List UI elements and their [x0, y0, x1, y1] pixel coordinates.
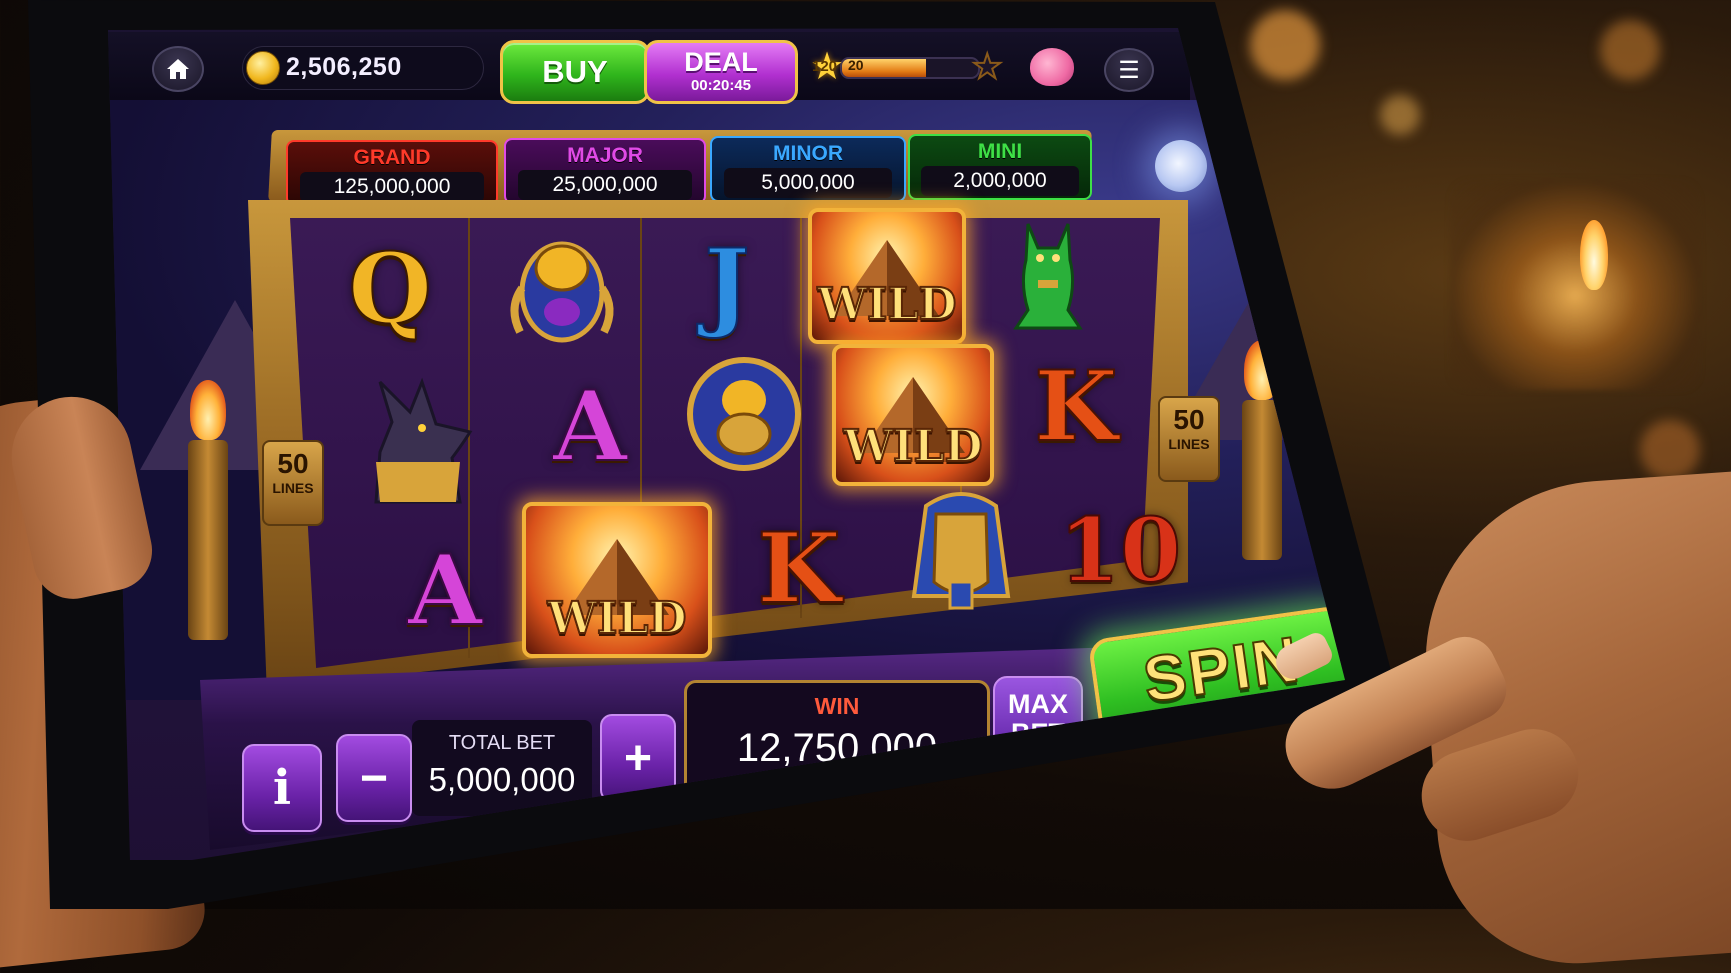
pharaoh-mask-icon	[911, 492, 1011, 610]
jackpot-minor-label: MINOR	[773, 142, 843, 165]
menu-icon: ☰	[1118, 56, 1140, 84]
torch-flame	[190, 380, 226, 440]
menu-button[interactable]: ☰	[1104, 48, 1154, 92]
jackpot-minor-value: 5,000,000	[723, 168, 893, 198]
player-level: 120	[812, 58, 838, 75]
max-bet-line1: MAX	[1008, 689, 1068, 719]
jackpot-major: MAJOR 25,000,000	[504, 138, 706, 204]
total-bet-display: TOTAL BET 5,000,000	[412, 720, 592, 816]
max-bet-line2: BET	[1011, 718, 1065, 748]
paylines-badge-right: 50 LINES	[1158, 396, 1220, 482]
xp-label: 20	[848, 57, 864, 73]
symbol-k-text: K	[1033, 349, 1118, 464]
symbol-k-text: K	[756, 511, 841, 626]
minus-icon: −	[359, 751, 389, 805]
jackpot-grand-value: 125,000,000	[300, 172, 484, 202]
win-value: 12,750,000	[736, 726, 938, 770]
wild-symbol: WILD	[808, 208, 966, 344]
win-label: WIN	[814, 693, 860, 719]
paylines-label: LINES	[272, 480, 314, 496]
bokeh-light	[1250, 10, 1320, 80]
buy-button[interactable]: BUY	[500, 40, 650, 104]
jackpot-mini-label: MINI	[977, 140, 1023, 163]
torch-icon	[1242, 400, 1282, 560]
symbol-a-text: A	[407, 533, 483, 648]
home-icon	[167, 59, 189, 79]
symbol-j: J	[672, 224, 782, 344]
bokeh-light	[1600, 20, 1660, 80]
candle-flame	[1580, 220, 1608, 290]
max-bet-button[interactable]: MAX BET	[993, 676, 1083, 764]
scarab-icon	[510, 241, 614, 343]
candle-holder	[1450, 180, 1700, 390]
symbol-10: 10	[1050, 490, 1190, 610]
cat-statue-icon	[1013, 223, 1083, 330]
symbol-k: K	[1016, 346, 1136, 466]
scarab-icon	[687, 357, 801, 471]
deal-timer: 00:20:45	[690, 77, 752, 94]
piggy-bank-icon[interactable]	[1030, 48, 1074, 86]
symbol-10-text: 10	[1058, 497, 1182, 603]
anubis-icon	[374, 377, 473, 504]
symbol-q-text: Q	[347, 231, 433, 346]
info-icon: i	[272, 760, 292, 816]
bokeh-light	[1640, 420, 1700, 480]
deal-label: DEAL	[684, 47, 758, 77]
symbol-j-text: J	[703, 227, 750, 342]
torch-flame	[1244, 340, 1280, 400]
coin-balance: 2,506,250	[286, 53, 402, 81]
jackpot-mini-value: 2,000,000	[920, 166, 1080, 196]
moon-icon	[1155, 140, 1207, 192]
win-display: WIN 12,750,000	[684, 680, 990, 798]
wild-label: WILD	[546, 592, 687, 645]
deal-button[interactable]: DEAL 00:20:45	[644, 40, 798, 104]
jackpot-mini: MINI 2,000,000	[908, 134, 1092, 200]
wild-label: WILD	[816, 278, 957, 331]
paylines-number: 50	[277, 448, 309, 479]
wild-symbol: WILD	[832, 344, 994, 486]
info-button[interactable]: i	[242, 744, 322, 832]
plus-icon: +	[623, 731, 653, 785]
total-bet-label: TOTAL BET	[448, 732, 556, 754]
paylines-label: LINES	[1168, 436, 1210, 452]
symbol-q: Q	[330, 228, 450, 348]
paylines-badge-left: 50 LINES	[262, 440, 324, 526]
jackpot-minor: MINOR 5,000,000	[710, 136, 906, 202]
jackpot-major-value: 25,000,000	[517, 170, 693, 200]
coin-icon	[246, 51, 280, 85]
jackpot-grand-label: GRAND	[353, 146, 431, 169]
decrease-bet-button[interactable]: −	[336, 734, 412, 822]
symbol-a: A	[530, 366, 650, 486]
torch-icon	[188, 440, 228, 640]
home-button[interactable]	[152, 46, 204, 92]
increase-bet-button[interactable]: +	[600, 714, 676, 802]
paylines-number: 50	[1173, 404, 1205, 435]
symbol-a: A	[380, 530, 510, 650]
bokeh-light	[1380, 95, 1420, 135]
symbol-k: K	[734, 508, 864, 628]
jackpot-grand: GRAND 125,000,000	[286, 140, 498, 206]
symbol-a-text: A	[552, 369, 628, 484]
wild-label: WILD	[842, 420, 983, 473]
jackpot-major-label: MAJOR	[567, 144, 643, 167]
star-outline-icon: ★	[971, 48, 1004, 86]
wild-symbol: WILD	[522, 502, 712, 658]
total-bet-value: 5,000,000	[428, 761, 576, 798]
